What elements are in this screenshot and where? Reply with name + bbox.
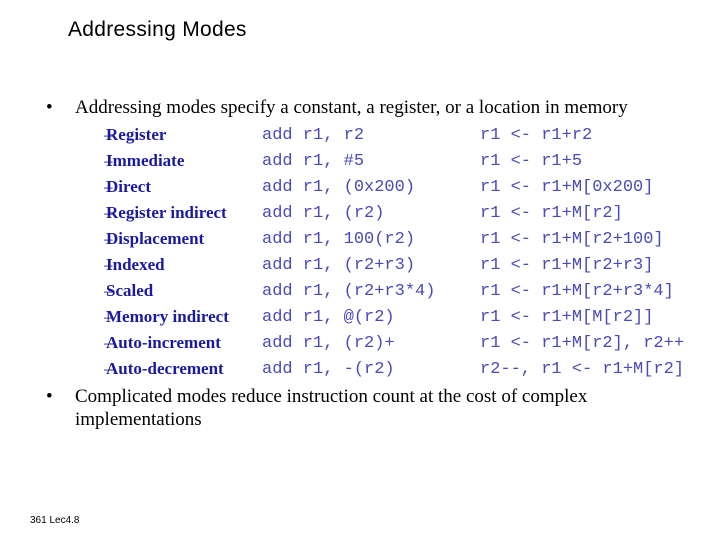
mode-name: Register [106, 125, 167, 144]
mode-asm: add r1, 100(r2) [262, 230, 416, 249]
mode-semantics: r1 <- r1+M[r2] [480, 204, 623, 223]
mode-semantics: r1 <- r1+M[r2+100] [480, 230, 664, 249]
mode-semantics: r1 <- r1+M[r2], r2++ [480, 334, 685, 353]
slide-title: Addressing Modes [68, 18, 247, 41]
mode-name: Immediate [106, 151, 185, 170]
mode-asm: add r1, @(r2) [262, 308, 395, 327]
mode-semantics: r2--, r1 <- r1+M[r2] [480, 360, 685, 379]
bullet-text-continuation: implementations [75, 409, 202, 430]
mode-name: Displacement [106, 229, 205, 248]
bullet-text: Complicated modes reduce instruction cou… [75, 386, 588, 407]
mode-semantics: r1 <- r1+5 [480, 152, 583, 171]
mode-asm: add r1, (r2)+ [262, 334, 395, 353]
mode-name: Indexed [106, 255, 165, 274]
mode-semantics: r1 <- r1+M[0x200] [480, 178, 654, 197]
mode-semantics: r1 <- r1+r2 [480, 126, 593, 145]
mode-asm: add r1, (r2+r3*4) [262, 282, 436, 301]
mode-asm: add r1, #5 [262, 152, 365, 171]
mode-name: Direct [106, 177, 151, 196]
mode-semantics: r1 <- r1+M[M[r2]] [480, 308, 654, 327]
mode-asm: add r1, (0x200) [262, 178, 416, 197]
mode-asm: add r1, (r2+r3) [262, 256, 416, 275]
mode-name: Auto-increment [106, 333, 221, 352]
slide-footer: 361 Lec4.8 [30, 515, 80, 526]
mode-semantics: r1 <- r1+M[r2+r3] [480, 256, 654, 275]
mode-name: Register indirect [106, 203, 227, 222]
mode-name: Scaled [106, 281, 154, 300]
bullet-marker: • [46, 97, 53, 118]
mode-name: Memory indirect [106, 307, 229, 326]
bullet-marker: • [46, 386, 53, 407]
mode-asm: add r1, -(r2) [262, 360, 395, 379]
mode-asm: add r1, r2 [262, 126, 365, 145]
mode-semantics: r1 <- r1+M[r2+r3*4] [480, 282, 674, 301]
bullet-text: Addressing modes specify a constant, a r… [75, 97, 628, 118]
mode-asm: add r1, (r2) [262, 204, 385, 223]
mode-name: Auto-decrement [106, 359, 224, 378]
